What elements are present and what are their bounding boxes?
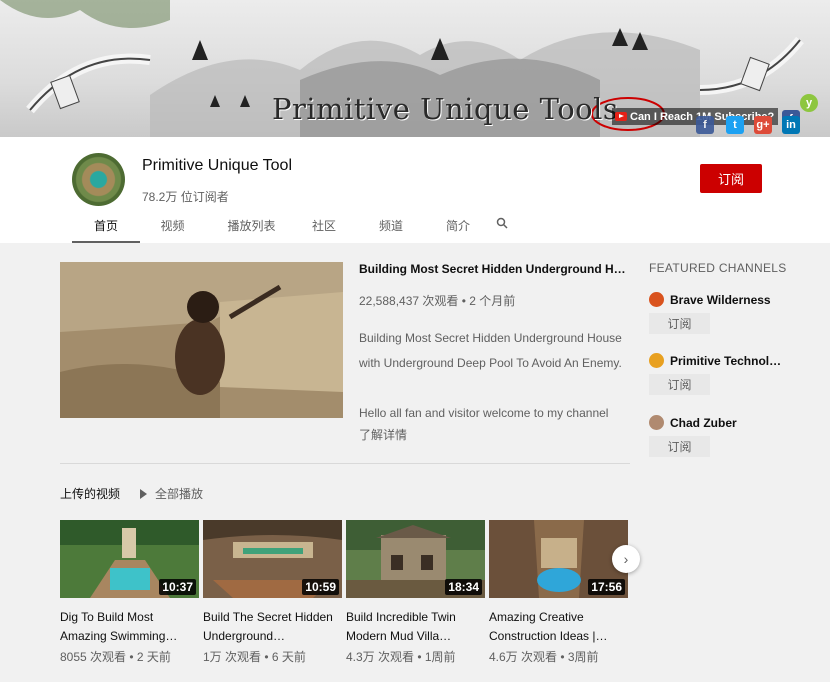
channel-avatar-small[interactable] bbox=[649, 415, 664, 430]
read-more-link[interactable]: 了解详情 bbox=[359, 426, 407, 443]
play-all-label: 全部播放 bbox=[155, 487, 204, 501]
channel-header: Primitive Unique Tool 78.2万 位订阅者 订阅 首页 视… bbox=[0, 137, 830, 243]
featured-video-meta: 22,588,437 次观看 • 2 个月前 bbox=[359, 294, 516, 308]
video-thumbnail[interactable]: 18:34 bbox=[346, 520, 485, 598]
video-meta: 4.6万 次观看 • 3周前 bbox=[489, 650, 599, 664]
tab-videos[interactable]: 视频 bbox=[140, 217, 205, 243]
subscribe-button[interactable]: 订阅 bbox=[700, 164, 762, 193]
video-thumbnail[interactable]: 17:56 bbox=[489, 520, 628, 598]
subscriber-count: 78.2万 位订阅者 bbox=[142, 190, 229, 204]
video-meta: 1万 次观看 • 6 天前 bbox=[203, 650, 306, 664]
search-icon[interactable] bbox=[484, 217, 520, 243]
play-all-button[interactable]: 全部播放 bbox=[140, 485, 203, 502]
featured-video-title[interactable]: Building Most Secret Hidden Underground … bbox=[359, 262, 629, 276]
channel-name: Primitive Unique Tool bbox=[142, 157, 292, 174]
featured-channel-item: Primitive Technol… 订阅 bbox=[649, 353, 819, 395]
video-card[interactable]: 10:59 Build The Secret Hidden Undergroun… bbox=[203, 520, 342, 665]
section-divider bbox=[60, 463, 630, 464]
youtube-icon bbox=[615, 112, 627, 121]
featured-channel-subscribe-button[interactable]: 订阅 bbox=[649, 436, 710, 457]
shelf-next-button[interactable]: › bbox=[612, 545, 640, 573]
video-thumbnail[interactable]: 10:59 bbox=[203, 520, 342, 598]
description-greeting: Hello all fan and visitor welcome to my … bbox=[359, 406, 609, 420]
banner-title: Primitive Unique Tools bbox=[272, 92, 619, 126]
featured-channel-name[interactable]: Primitive Technol… bbox=[670, 354, 781, 368]
featured-channel-subscribe-button[interactable]: 订阅 bbox=[649, 374, 710, 395]
video-duration: 10:59 bbox=[302, 579, 339, 595]
video-title[interactable]: Build The Secret Hidden Underground… bbox=[203, 608, 342, 646]
chevron-right-icon: › bbox=[623, 551, 629, 567]
google-plus-icon[interactable]: g+ bbox=[754, 116, 772, 134]
featured-channels-heading: FEATURED CHANNELS bbox=[649, 261, 787, 275]
tab-about[interactable]: 简介 bbox=[432, 217, 484, 243]
linkedin-icon[interactable]: in bbox=[782, 116, 800, 134]
video-meta: 8055 次观看 • 2 天前 bbox=[60, 650, 171, 664]
channel-avatar-small[interactable] bbox=[649, 292, 664, 307]
video-duration: 10:37 bbox=[159, 579, 196, 595]
uploads-shelf-title[interactable]: 上传的视频 bbox=[60, 485, 120, 502]
video-card[interactable]: 17:56 Amazing Creative Construction Idea… bbox=[489, 520, 628, 665]
facebook-icon-2[interactable]: f bbox=[696, 116, 714, 134]
description-text: Building Most Secret Hidden Underground … bbox=[359, 331, 622, 370]
video-thumbnail[interactable]: 10:37 bbox=[60, 520, 199, 598]
featured-channel-subscribe-button[interactable]: 订阅 bbox=[649, 313, 710, 334]
y-icon[interactable]: y bbox=[800, 94, 818, 112]
tab-community[interactable]: 社区 bbox=[298, 217, 350, 243]
video-title[interactable]: Build Incredible Twin Modern Mud Villa… bbox=[346, 608, 485, 646]
featured-video-thumbnail[interactable] bbox=[60, 262, 343, 418]
featured-channel-item: Brave Wilderness 订阅 bbox=[649, 292, 819, 334]
tab-channels[interactable]: 频道 bbox=[350, 217, 432, 243]
channel-avatar[interactable] bbox=[72, 153, 125, 206]
channel-tabs: 首页 视频 播放列表 社区 频道 简介 bbox=[72, 217, 520, 243]
twitter-icon[interactable]: t bbox=[726, 116, 744, 134]
video-card[interactable]: 18:34 Build Incredible Twin Modern Mud V… bbox=[346, 520, 485, 665]
tab-home[interactable]: 首页 bbox=[72, 217, 140, 243]
featured-channel-name[interactable]: Chad Zuber bbox=[670, 416, 737, 430]
video-meta: 4.3万 次观看 • 1周前 bbox=[346, 650, 456, 664]
featured-channel-item: Chad Zuber 订阅 bbox=[649, 415, 819, 457]
video-duration: 17:56 bbox=[588, 579, 625, 595]
featured-thumbnail-image bbox=[60, 262, 343, 418]
play-icon bbox=[140, 488, 147, 499]
channel-avatar-small[interactable] bbox=[649, 353, 664, 368]
tab-playlists[interactable]: 播放列表 bbox=[205, 217, 298, 243]
featured-channel-name[interactable]: Brave Wilderness bbox=[670, 293, 771, 307]
featured-video-description: Building Most Secret Hidden Underground … bbox=[359, 326, 634, 426]
video-card[interactable]: 10:37 Dig To Build Most Amazing Swimming… bbox=[60, 520, 199, 665]
video-title[interactable]: Dig To Build Most Amazing Swimming… bbox=[60, 608, 199, 646]
video-title[interactable]: Amazing Creative Construction Ideas |… bbox=[489, 608, 628, 646]
channel-banner: Primitive Unique Tools y Can I Reach 1M … bbox=[0, 0, 830, 137]
video-duration: 18:34 bbox=[445, 579, 482, 595]
